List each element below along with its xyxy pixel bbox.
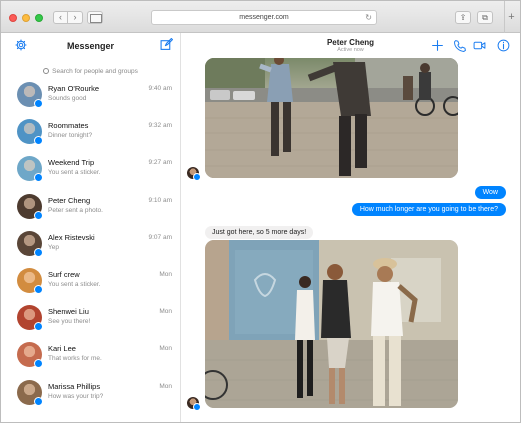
conversation-preview: Peter sent a photo. (48, 206, 103, 214)
conversation-name: Surf crew (48, 270, 80, 279)
conversation-name: Marissa Phillips (48, 381, 101, 391)
messenger-badge-icon (34, 322, 43, 332)
conversation-name: Weekend Trip (48, 158, 95, 168)
conversation-header: Peter Cheng Active now (181, 33, 520, 57)
window-controls (9, 14, 43, 22)
conversation-timestamp: 9:32 am (148, 122, 173, 130)
conversation-name: Peter Cheng (48, 195, 91, 205)
search-input[interactable]: Search for people and groups (1, 67, 180, 75)
messenger-badge-icon (34, 359, 43, 369)
sidebar-title: Messenger (66, 41, 115, 51)
conversation-name: Kari Lee (48, 344, 76, 354)
conversation-preview: Yep (48, 243, 59, 251)
conversation-item[interactable]: Peter Cheng Peter sent a photo. 9:10 am (1, 191, 180, 228)
conversation-timestamp: 9:10 am (148, 196, 173, 204)
messenger-badge-icon (34, 136, 43, 146)
messenger-badge-icon (34, 99, 43, 108)
conversation-preview: How was your trip? (48, 392, 104, 400)
minimize-window-button[interactable] (22, 14, 30, 22)
photo-friends-walking (205, 240, 458, 408)
add-people-icon[interactable] (431, 39, 444, 52)
conversation-preview: See you there! (48, 318, 91, 326)
messenger-badge-icon (34, 285, 43, 294)
conversation-name: Ryan O'Rourke (48, 84, 100, 93)
conversation-item[interactable]: Shenwei Liu See you there! Mon (1, 302, 180, 339)
conversation-name: Shenwei Liu (48, 307, 89, 317)
share-icon[interactable]: ⇪ (455, 11, 471, 24)
contact-avatar[interactable] (187, 167, 201, 181)
conversation-item[interactable]: Surf crew You sent a sticker. Mon (1, 265, 180, 302)
url-text: messenger.com (239, 14, 289, 21)
address-bar[interactable]: messenger.com ↻ (151, 10, 377, 25)
compose-icon[interactable] (160, 38, 173, 51)
conversation-sidebar: Messenger Search for people and groups R… (1, 33, 181, 422)
zoom-window-button[interactable] (35, 14, 43, 22)
conversation-timestamp: Mon (159, 271, 172, 278)
conversation-timestamp: 9:27 am (148, 159, 173, 167)
browser-window: ‹ › messenger.com ↻ ⇪ ⧉ + Messenger Sear (0, 0, 521, 423)
conversation-preview: Dinner tonight? (48, 132, 93, 140)
conversation-item[interactable]: Marissa Phillips How was your trip? Mon (1, 377, 180, 414)
presence-status: Active now (337, 47, 364, 53)
search-icon (43, 68, 50, 74)
conversation-timestamp: Mon (159, 382, 172, 390)
back-button[interactable]: ‹ (53, 11, 68, 24)
forward-button[interactable]: › (68, 11, 83, 24)
conversation-timestamp: 9:07 am (148, 233, 173, 241)
conversation-timestamp: Mon (159, 345, 172, 353)
sidebar-header: Messenger (1, 33, 180, 59)
incoming-message: Just got here, so 5 more days! (205, 226, 314, 239)
messenger-badge-icon (34, 210, 43, 220)
conversation-pane: Peter Cheng Active now Wow How much long… (181, 33, 520, 422)
reload-icon[interactable]: ↻ (365, 11, 372, 24)
outgoing-message: How much longer are you going to be ther… (351, 203, 506, 216)
search-placeholder: Search for people and groups (52, 68, 138, 75)
conversation-preview: You sent a sticker. (48, 281, 101, 288)
info-icon[interactable] (497, 39, 510, 52)
history-nav: ‹ › (53, 11, 83, 24)
shared-photo[interactable] (205, 240, 458, 408)
conversation-item[interactable]: Weekend Trip You sent a sticker. 9:27 am (1, 153, 180, 190)
conversation-timestamp: 9:40 am (148, 85, 173, 92)
phone-icon[interactable] (453, 39, 466, 52)
contact-avatar[interactable] (187, 397, 201, 411)
messenger-badge-icon (34, 173, 43, 183)
conversation-name: Roommates (48, 121, 89, 131)
browser-toolbar: ‹ › messenger.com ↻ ⇪ ⧉ + (1, 1, 520, 33)
conversation-item[interactable]: Kari Lee That works for me. Mon (1, 339, 180, 376)
photo-street-walking (205, 58, 458, 178)
close-window-button[interactable] (9, 14, 17, 22)
conversation-item[interactable]: Ryan O'Rourke Sounds good 9:40 am (1, 79, 180, 116)
messenger-badge-icon (34, 247, 43, 257)
shared-photo[interactable] (205, 58, 458, 178)
conversation-name: Alex Ristevski (48, 232, 95, 242)
conversation-preview: You sent a sticker. (48, 169, 101, 177)
conversation-preview: Sounds good (48, 95, 87, 102)
conversation-item[interactable]: Alex Ristevski Yep 9:07 am (1, 228, 180, 265)
conversation-preview: That works for me. (48, 355, 102, 363)
new-tab-button[interactable]: + (504, 1, 518, 33)
conversation-timestamp: Mon (159, 308, 172, 316)
conversation-item[interactable]: Roommates Dinner tonight? 9:32 am (1, 116, 180, 153)
video-call-icon[interactable] (473, 39, 486, 52)
sidebar-toggle-icon[interactable] (87, 11, 103, 24)
messenger-badge-icon (34, 396, 43, 406)
outgoing-message: Wow (474, 186, 506, 199)
conversation-title[interactable]: Peter Cheng (181, 38, 520, 47)
tabs-overview-icon[interactable]: ⧉ (477, 11, 493, 24)
